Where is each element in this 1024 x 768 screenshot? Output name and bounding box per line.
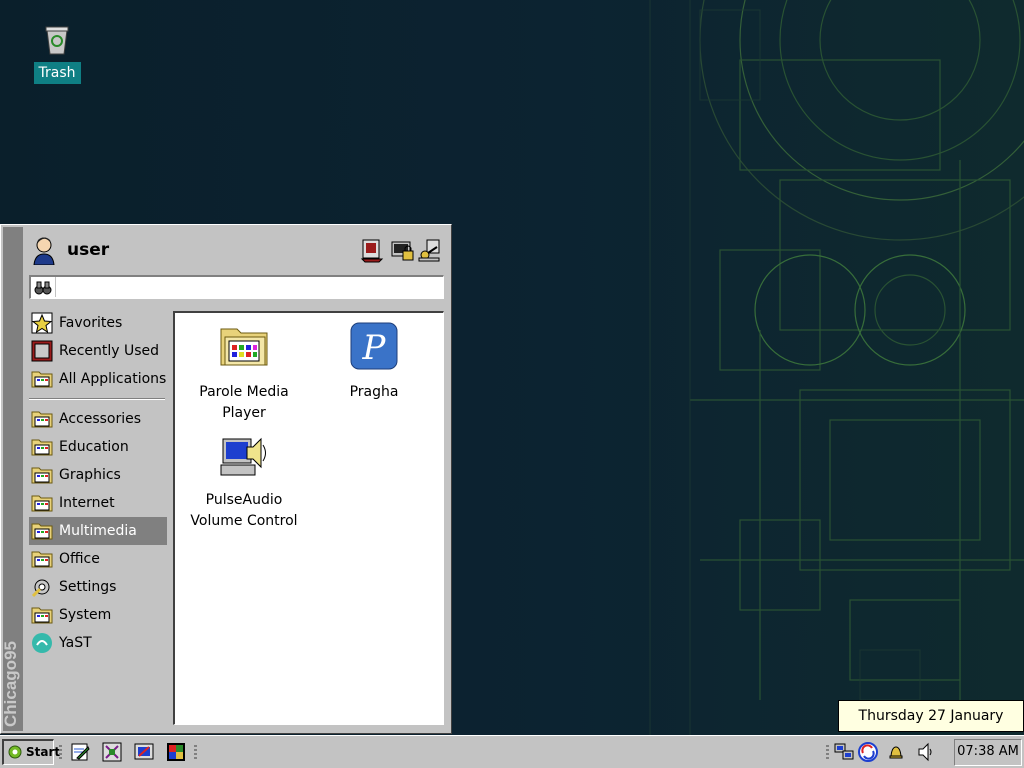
category-graphics[interactable]: Graphics <box>29 461 167 489</box>
category-label: Multimedia <box>59 523 137 539</box>
network-icon[interactable] <box>833 741 855 763</box>
start-logo-icon <box>8 745 22 759</box>
category-label: System <box>59 607 112 623</box>
volume-icon[interactable] <box>915 741 937 763</box>
category-settings[interactable]: Settings <box>29 573 167 601</box>
user-row: user <box>29 233 445 267</box>
category-yast[interactable]: YaST <box>29 629 167 657</box>
category-list: Favorites Recently Used All Applications Ac… <box>29 309 167 657</box>
brand-label: Chicago95 <box>1 641 20 727</box>
desktop-icon-trash[interactable]: Trash <box>32 22 82 84</box>
category-accessories[interactable]: Accessories <box>29 405 167 433</box>
category-education[interactable]: Education <box>29 433 167 461</box>
category-label: Recently Used <box>59 343 160 359</box>
recent-icon <box>31 340 53 362</box>
display-icon[interactable] <box>165 741 187 763</box>
folder-icon <box>31 368 53 390</box>
category-system[interactable]: System <box>29 601 167 629</box>
taskbar-grip[interactable] <box>59 745 62 759</box>
folder-icon <box>31 436 53 458</box>
lock-screen-icon[interactable] <box>389 237 415 263</box>
star-icon <box>31 312 53 334</box>
app-parole-media-player[interactable]: Parole Media Player <box>179 321 309 424</box>
volume-control-icon <box>220 437 266 476</box>
category-label: Favorites <box>59 315 123 331</box>
notification-bell-icon[interactable] <box>885 741 907 763</box>
category-label: Settings <box>59 579 117 595</box>
category-label: All Applications <box>59 371 167 387</box>
trash-icon <box>45 26 69 55</box>
desktop-icon-label: Trash <box>33 62 81 84</box>
folder-icon <box>31 520 53 542</box>
category-all-applications[interactable]: All Applications <box>29 365 167 393</box>
update-icon[interactable] <box>857 741 879 763</box>
folder-icon <box>31 604 53 626</box>
svg-text:P: P <box>362 328 387 368</box>
clock[interactable]: 07:38 AM <box>954 739 1022 766</box>
user-avatar-icon <box>33 237 55 265</box>
binoculars-search-icon <box>34 281 52 295</box>
folder-icon <box>31 408 53 430</box>
text-editor-icon[interactable] <box>69 741 91 763</box>
user-name: user <box>67 240 110 260</box>
file-manager-icon[interactable] <box>101 741 123 763</box>
taskbar-grip[interactable] <box>194 745 197 759</box>
parole-icon <box>220 328 268 366</box>
app-label: Parole Media Player <box>199 384 289 421</box>
folder-icon <box>31 548 53 570</box>
date-tooltip: Thursday 27 January 2022 <box>838 700 1024 754</box>
app-label: Pragha <box>349 384 399 400</box>
log-out-icon[interactable] <box>417 237 443 263</box>
app-pulseaudio-volume-control[interactable]: PulseAudio Volume Control <box>179 429 309 532</box>
start-menu: Chicago95 user Favorites Recently Used A… <box>0 224 452 734</box>
category-label: YaST <box>59 635 92 651</box>
pragha-icon: P <box>350 322 398 370</box>
category-internet[interactable]: Internet <box>29 489 167 517</box>
search-box <box>29 275 450 299</box>
settings-manager-icon[interactable] <box>359 237 385 263</box>
taskbar: Start 07:38 AM <box>0 735 1024 768</box>
category-label: Internet <box>59 495 115 511</box>
category-office[interactable]: Office <box>29 545 167 573</box>
start-menu-brand-strip: Chicago95 <box>1 227 23 731</box>
category-label: Graphics <box>59 467 121 483</box>
application-pane: Parole Media Player P Pragha PulseAudio … <box>173 311 444 725</box>
search-input[interactable] <box>55 277 450 297</box>
category-favorites[interactable]: Favorites <box>29 309 167 337</box>
yast-icon <box>31 632 53 654</box>
category-label: Education <box>59 439 129 455</box>
folder-icon <box>31 464 53 486</box>
category-label: Office <box>59 551 100 567</box>
category-separator <box>29 398 165 400</box>
start-button[interactable]: Start <box>2 739 60 765</box>
folder-icon <box>31 492 53 514</box>
app-label: PulseAudio Volume Control <box>190 492 298 529</box>
settings-icon[interactable] <box>133 741 155 763</box>
tray-grip[interactable] <box>826 745 829 759</box>
settings-icon <box>31 576 53 598</box>
category-label: Accessories <box>59 411 142 427</box>
app-pragha[interactable]: P Pragha <box>309 321 439 403</box>
category-recently-used[interactable]: Recently Used <box>29 337 167 365</box>
start-label: Start <box>26 745 61 759</box>
category-multimedia[interactable]: Multimedia <box>29 517 167 545</box>
